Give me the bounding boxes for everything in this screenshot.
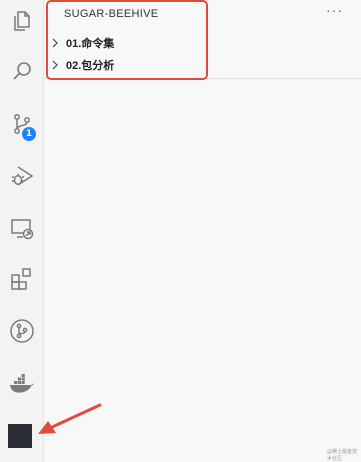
run-debug-button[interactable] [0, 155, 43, 197]
tree-item-label: 01.命令集 [66, 38, 115, 50]
extensions-button[interactable] [0, 258, 43, 300]
tree-item-commands[interactable]: 01.命令集 [48, 33, 204, 53]
search-button[interactable] [0, 50, 43, 92]
section-divider [44, 78, 361, 79]
extensions-icon [9, 266, 35, 292]
remote-explorer-button[interactable] [0, 208, 43, 250]
vscode-window: 1 SUGAR-BEEHIVE ··· 01.命令集 02.包分析 @稀土掘金技… [0, 0, 361, 462]
more-actions-button[interactable]: ··· [326, 2, 343, 18]
explorer-button[interactable] [0, 0, 43, 42]
git-graph-icon [9, 318, 35, 344]
watermark: @稀土掘金技术社区 [327, 449, 358, 462]
activity-bar: 1 [0, 0, 44, 462]
workspace-title: SUGAR-BEEHIVE [64, 8, 159, 20]
tree-item-package-analysis[interactable]: 02.包分析 [48, 55, 204, 75]
docker-icon [8, 372, 36, 396]
search-icon [10, 59, 34, 83]
remote-explorer-icon [9, 216, 35, 242]
source-control-button[interactable]: 1 [0, 103, 43, 145]
git-graph-button[interactable] [0, 310, 43, 352]
chevron-right-icon [48, 58, 62, 72]
scm-count-badge: 1 [22, 127, 36, 141]
explorer-icon [10, 9, 34, 33]
tree-item-label: 02.包分析 [66, 60, 115, 72]
run-debug-icon [9, 163, 35, 189]
extension-view-button[interactable] [8, 424, 32, 448]
docker-button[interactable] [0, 363, 43, 405]
chevron-right-icon [48, 36, 62, 50]
explorer-sidebar: SUGAR-BEEHIVE ··· 01.命令集 02.包分析 [44, 0, 361, 462]
